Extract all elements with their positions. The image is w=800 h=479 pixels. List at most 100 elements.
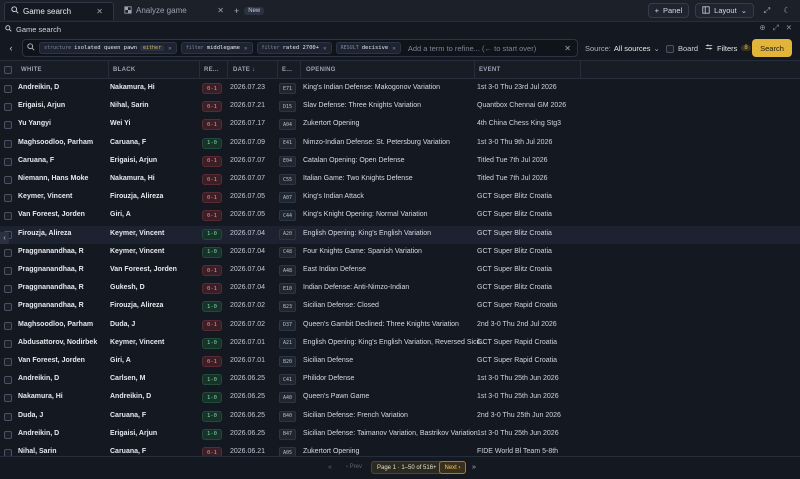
tab-game-search[interactable]: Game search ✕ — [4, 1, 114, 20]
game-date: 2026.07.07 — [230, 156, 266, 164]
row-checkbox[interactable] — [4, 358, 12, 366]
row-checkbox[interactable] — [4, 121, 12, 130]
row-checkbox[interactable] — [4, 157, 12, 166]
search-button[interactable]: Search — [752, 39, 792, 57]
table-row[interactable]: Maghsoodloo, Parham Caruana, F 1-0 2026.07.… — [0, 135, 800, 153]
white-player: Maghsoodloo, Parham — [18, 320, 94, 328]
row-checkbox[interactable] — [4, 194, 12, 203]
row-checkbox[interactable] — [4, 376, 12, 385]
table-row[interactable]: Van Foreest, Jorden Giri, A 0-1 2026.07.01 B… — [0, 353, 800, 371]
table-row[interactable]: Andreikin, D Nakamura, Hi 0-1 2026.07.23 E71… — [0, 80, 800, 98]
panel-button[interactable]: + Panel — [647, 3, 690, 18]
row-checkbox[interactable] — [4, 248, 12, 257]
row-checkbox[interactable] — [4, 139, 12, 148]
last-page-button[interactable]: » — [472, 464, 476, 471]
table-row[interactable]: Van Foreest, Jorden Giri, A 0-1 2026.07.05 C… — [0, 207, 800, 225]
chip-key: filter — [261, 45, 280, 51]
table-row[interactable]: Duda, J Caruana, F 1-0 2026.06.25 B40 Sicilia… — [0, 408, 800, 426]
opening-name: Zukertort Opening — [303, 120, 360, 128]
chevron-left-icon[interactable]: ‹ — [2, 43, 20, 53]
table-row[interactable]: Niemann, Hans Moke Nakamura, Hi 0-1 2026.07… — [0, 171, 800, 189]
first-page-button[interactable]: « — [328, 464, 332, 471]
filters-button[interactable]: Filters 8 — [705, 43, 751, 53]
close-icon[interactable]: ✕ — [564, 44, 571, 53]
table-row[interactable]: Maghsoodloo, Parham Duda, J 0-1 2026.07.02 D… — [0, 317, 800, 335]
result-badge: 1-0 — [202, 374, 222, 386]
table-row[interactable]: Andreikin, D Carlsen, M 1-0 2026.06.25 C41 Ph… — [0, 371, 800, 389]
table-row[interactable]: Praggnanandhaa, R Van Foreest, Jorden 0-1 2… — [0, 262, 800, 280]
column-header-opening[interactable]: OPENING — [306, 67, 336, 73]
black-player: Giri, A — [110, 211, 131, 219]
row-checkbox[interactable] — [4, 285, 12, 294]
column-header-date[interactable]: DATE ↓ — [233, 67, 255, 73]
search-input[interactable]: structure isolated queen pawn either ✕ f… — [22, 39, 578, 57]
table-row[interactable]: Caruana, F Erigaisi, Arjun 0-1 2026.07.07 E0… — [0, 153, 800, 171]
search-chip[interactable]: structure isolated queen pawn either ✕ — [39, 42, 177, 54]
opening-name: Four Knights Game: Spanish Variation — [303, 247, 422, 255]
column-header-white[interactable]: WHITE — [21, 67, 42, 73]
close-icon[interactable]: ✕ — [786, 23, 792, 33]
column-header-eco[interactable]: E... — [282, 67, 292, 73]
game-date: 2026.07.01 — [230, 338, 266, 346]
search-chip[interactable]: filter rated 2700+ ✕ — [256, 42, 332, 54]
moon-icon[interactable]: ☾ — [780, 4, 794, 18]
layout-button[interactable]: Layout ⌄ — [695, 3, 754, 18]
row-checkbox[interactable] — [4, 339, 12, 348]
chevron-left-icon[interactable]: ‹ — [0, 232, 9, 244]
row-checkbox[interactable] — [4, 176, 12, 184]
close-icon[interactable]: ✕ — [168, 45, 172, 52]
close-icon[interactable]: ✕ — [323, 45, 327, 52]
table-row[interactable]: Yu Yangyi Wei Yi 0-1 2026.07.17 A04 Zukertort… — [0, 116, 800, 134]
column-header-event[interactable]: EVENT — [479, 67, 501, 73]
table-row[interactable]: Erigaisi, Arjun Nihal, Sarin 0-1 2026.07.21… — [0, 98, 800, 116]
game-date: 2026.06.21 — [230, 448, 266, 455]
row-checkbox[interactable] — [4, 85, 12, 93]
chip-value: middlegame — [206, 45, 240, 51]
new-tab-button[interactable]: + New — [234, 6, 265, 16]
table-row[interactable]: Keymer, Vincent Firouzja, Alireza 0-1 2026.… — [0, 189, 800, 207]
table-row[interactable]: Nihal, Sarin Caruana, F 0-1 2026.06.21 A05 Zu… — [0, 444, 800, 456]
opening-name: Sicilian Defense: Taimanov Variation, Ba… — [303, 429, 478, 437]
row-checkbox[interactable] — [4, 321, 12, 330]
row-checkbox[interactable] — [4, 430, 12, 439]
source-select[interactable]: Source: All sources ⌄ — [585, 44, 660, 53]
row-checkbox[interactable] — [4, 412, 12, 421]
black-player: Nakamura, Hi — [110, 175, 155, 182]
column-header-black[interactable]: BLACK — [113, 67, 136, 73]
row-checkbox[interactable] — [4, 394, 12, 403]
tab-analyze-game[interactable]: Analyze game ✕ — [118, 2, 230, 20]
select-all-checkbox[interactable] — [4, 66, 12, 74]
filters-label: Filters — [717, 43, 738, 53]
table-row[interactable]: Praggnanandhaa, R Firouzja, Alireza 1-0 202… — [0, 298, 800, 316]
chip-mode[interactable]: either — [140, 45, 165, 51]
popout-icon[interactable]: ⤢ — [773, 23, 779, 33]
expand-icon[interactable]: ⤢ — [760, 4, 774, 18]
close-icon[interactable]: ✕ — [244, 45, 248, 52]
close-icon[interactable]: ✕ — [392, 45, 396, 52]
eco-badge: C55 — [279, 174, 296, 185]
row-checkbox[interactable] — [4, 103, 12, 112]
row-checkbox[interactable] — [4, 449, 12, 456]
close-icon[interactable]: ✕ — [96, 7, 103, 16]
result-badge: 0-1 — [202, 447, 222, 456]
search-chip[interactable]: filter middlegame ✕ — [180, 42, 253, 54]
result-badge: 1-0 — [202, 137, 222, 149]
close-icon[interactable]: ✕ — [217, 6, 224, 15]
result-badge: 1-0 — [202, 246, 222, 258]
globe-icon[interactable]: ⊕ — [759, 23, 765, 33]
prev-page-button[interactable]: ‹ Prev — [346, 464, 362, 470]
search-chip[interactable]: RESULT decisive ✕ — [335, 42, 401, 54]
row-checkbox[interactable] — [4, 267, 12, 275]
table-row[interactable]: Praggnanandhaa, R Keymer, Vincent 1-0 2026.… — [0, 244, 800, 262]
table-row[interactable]: Firouzja, Alireza Keymer, Vincent 1-0 2026.… — [0, 225, 800, 244]
table-row[interactable]: Andreikin, D Erigaisi, Arjun 1-0 2026.06.25… — [0, 426, 800, 444]
table-row[interactable]: Nakamura, Hi Andreikin, D 1-0 2026.06.25 A40… — [0, 389, 800, 407]
board-checkbox[interactable] — [666, 44, 674, 53]
table-row[interactable]: Praggnanandhaa, R Gukesh, D 0-1 2026.07.04 E… — [0, 280, 800, 298]
table-row[interactable]: Abdusattorov, Nodirbek Keymer, Vincent 1-0… — [0, 335, 800, 353]
row-checkbox[interactable] — [4, 303, 12, 312]
column-header-result[interactable]: RE... — [204, 67, 219, 73]
board-toggle[interactable]: Board — [666, 44, 698, 53]
next-page-button[interactable]: Next › — [439, 461, 466, 474]
row-checkbox[interactable] — [4, 212, 12, 221]
